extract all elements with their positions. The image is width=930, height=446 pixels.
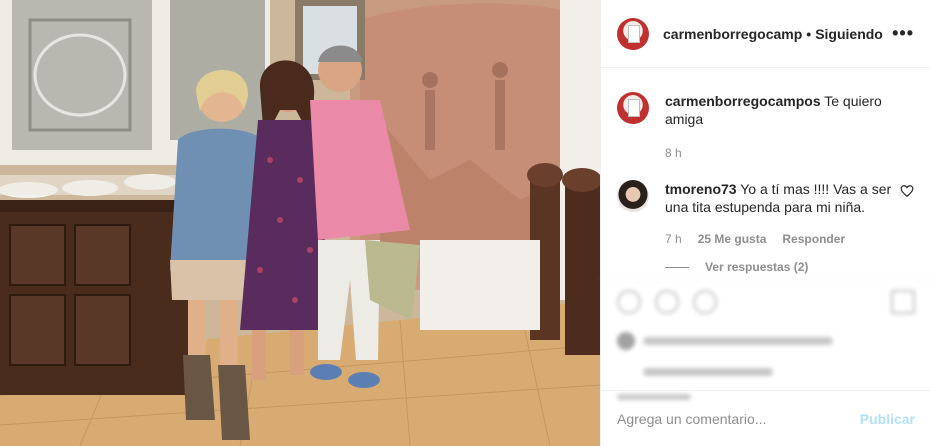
- reply-button[interactable]: Responder: [782, 230, 845, 248]
- publish-button[interactable]: Publicar: [860, 411, 915, 427]
- following-button[interactable]: Siguiendo: [815, 26, 883, 42]
- author-avatar[interactable]: [617, 17, 649, 50]
- blurred-likes-text: [643, 337, 833, 345]
- comment-likes-count[interactable]: 25 Me gusta: [698, 230, 767, 248]
- blurred-action-bar: [601, 279, 930, 400]
- blurred-likes-line-2: [617, 368, 915, 376]
- like-heart-icon[interactable]: [617, 290, 641, 314]
- comment-timestamp[interactable]: 7 h: [665, 230, 682, 248]
- commenter-username-link[interactable]: tmoreno73: [665, 181, 737, 197]
- replies-divider-line: [665, 266, 689, 268]
- save-bookmark-icon[interactable]: [891, 290, 915, 314]
- post-header: carmenborregocamp • Siguiendo •••: [601, 0, 930, 68]
- comment-body: tmoreno73 Yo a tí mas !!!! Vas a ser una…: [665, 180, 892, 248]
- post-side-panel: carmenborregocamp • Siguiendo ••• carmen…: [600, 0, 930, 446]
- post-photo[interactable]: [0, 0, 600, 446]
- liker-avatar: [617, 332, 635, 350]
- blurred-likes-line: [617, 332, 915, 350]
- blurred-likes-text-2: [643, 368, 773, 376]
- action-icons-row: [617, 290, 915, 314]
- comments-list: carmenborregocampos Te quiero amiga 8 h …: [601, 68, 930, 274]
- more-options-icon[interactable]: •••: [892, 23, 914, 44]
- caption-username-link[interactable]: carmenborregocampos: [665, 93, 821, 109]
- author-username-link[interactable]: carmenborregocamp: [663, 26, 802, 42]
- like-comment-heart-icon[interactable]: [900, 184, 914, 198]
- instagram-post-view: carmenborregocamp • Siguiendo ••• carmen…: [0, 0, 930, 446]
- comment-bubble-icon[interactable]: [655, 290, 679, 314]
- caption-body: carmenborregocampos Te quiero amiga 8 h: [665, 92, 914, 162]
- share-icon[interactable]: [693, 290, 717, 314]
- view-replies-label: Ver respuestas (2): [705, 260, 809, 274]
- add-comment-bar: Agrega un comentario... Publicar: [601, 390, 930, 446]
- separator-dot: •: [806, 25, 812, 42]
- caption-avatar[interactable]: [617, 92, 649, 124]
- view-replies-toggle[interactable]: Ver respuestas (2): [665, 260, 914, 274]
- caption-timestamp[interactable]: 8 h: [665, 144, 682, 162]
- comment-item: tmoreno73 Yo a tí mas !!!! Vas a ser una…: [617, 180, 914, 248]
- caption-comment: carmenborregocampos Te quiero amiga 8 h: [617, 92, 914, 162]
- add-comment-input[interactable]: Agrega un comentario...: [617, 411, 766, 427]
- photo-illustration: [0, 0, 600, 446]
- commenter-avatar[interactable]: [617, 180, 649, 212]
- comment-meta: 7 h 25 Me gusta Responder: [665, 230, 892, 248]
- caption-meta: 8 h: [665, 144, 914, 162]
